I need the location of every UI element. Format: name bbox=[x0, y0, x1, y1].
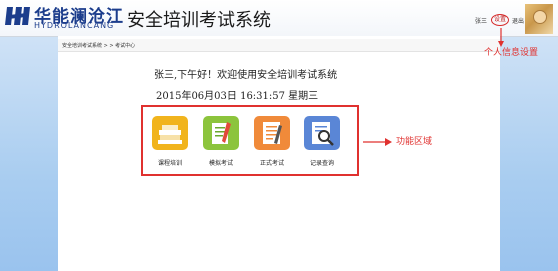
annotation-personal-info: 个人信息设置 bbox=[484, 48, 539, 58]
company-logo-icon bbox=[5, 7, 30, 25]
breadcrumb-root[interactable]: 安全培训考试系统 bbox=[62, 43, 102, 49]
tile-label: 正式考试 bbox=[259, 160, 284, 167]
annotation-arrow-icon bbox=[363, 138, 392, 146]
breadcrumb: 安全培训考试系统 > > 考试中心 bbox=[58, 39, 500, 52]
breadcrumb-current: 考试中心 bbox=[115, 43, 136, 49]
notebook-icon bbox=[203, 116, 239, 150]
course-training-button[interactable]: 课程培训 bbox=[151, 116, 189, 167]
tile-label: 模拟考试 bbox=[208, 160, 233, 167]
avatar[interactable] bbox=[525, 4, 553, 34]
tile-label: 课程培训 bbox=[157, 160, 182, 167]
tile-label: 记录查询 bbox=[309, 160, 334, 167]
app-header: 华能澜沧江 HYDROLANCANG 安全培训考试系统 张三 设置 退出 bbox=[0, 0, 558, 37]
exam-paper-icon bbox=[254, 116, 290, 150]
logout-link[interactable]: 退出 bbox=[512, 16, 524, 25]
welcome-greeting: 张三,下午好！欢迎使用安全培训考试系统 bbox=[154, 70, 338, 81]
formal-exam-button[interactable]: 正式考试 bbox=[253, 116, 291, 167]
record-search-icon bbox=[304, 116, 340, 150]
breadcrumb-separator: > > bbox=[102, 43, 116, 49]
settings-link[interactable]: 设置 bbox=[491, 14, 509, 26]
app-title: 安全培训考试系统 bbox=[127, 10, 271, 31]
breadcrumb-path: 安全培训考试系统 > > 考试中心 bbox=[62, 42, 135, 49]
current-datetime: 2015年06月03日 16:31:57 星期三 bbox=[156, 91, 319, 102]
annotation-function-area: 功能区域 bbox=[396, 137, 433, 147]
user-name: 张三 bbox=[475, 18, 488, 25]
left-background-panel bbox=[0, 36, 58, 271]
right-background-panel bbox=[500, 36, 558, 271]
books-icon bbox=[152, 116, 188, 150]
mock-exam-button[interactable]: 模拟考试 bbox=[202, 116, 240, 167]
avatar-face-icon bbox=[533, 10, 547, 24]
record-search-button[interactable]: 记录查询 bbox=[303, 116, 341, 167]
function-area: 课程培训 模拟考试 正式考试 记录查询 bbox=[141, 105, 359, 176]
main-content: 安全培训考试系统 > > 考试中心 张三,下午好！欢迎使用安全培训考试系统 20… bbox=[58, 36, 500, 271]
brand-name-en: HYDROLANCANG bbox=[34, 21, 115, 30]
